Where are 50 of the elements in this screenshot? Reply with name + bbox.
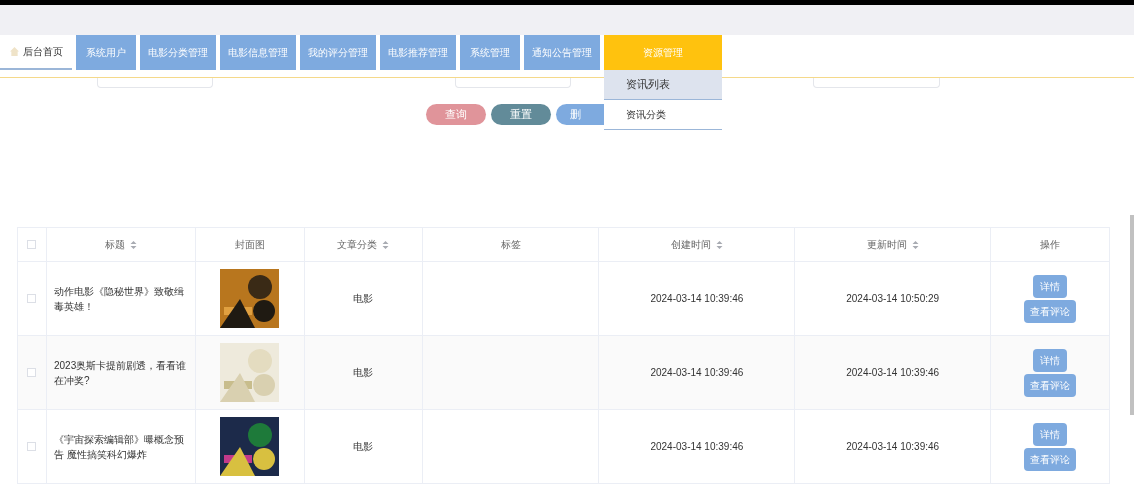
reset-button[interactable]: 重置 xyxy=(491,104,551,125)
comments-button[interactable]: 查看评论 xyxy=(1024,447,1077,471)
comments-button[interactable]: 查看评论 xyxy=(1024,299,1077,323)
nav-tab[interactable]: 资源管理 xyxy=(604,35,722,70)
nav-tab[interactable]: 系统用户 xyxy=(76,35,136,70)
checkbox[interactable] xyxy=(27,240,37,249)
sort-icon[interactable] xyxy=(129,239,137,250)
nav-tab[interactable]: 通知公告管理 xyxy=(524,35,600,70)
scrollbar[interactable] xyxy=(1130,215,1134,415)
table-cell-text: 动作电影《隐秘世界》致敬缉毒英雄！ xyxy=(53,284,185,314)
column-header: 封面图 xyxy=(234,238,265,252)
nav-tab[interactable]: 电影信息管理 xyxy=(220,35,296,70)
column-header: 操作 xyxy=(1040,238,1061,252)
nav-tab[interactable]: 我的评分管理 xyxy=(300,35,376,70)
comments-button[interactable]: 查看评论 xyxy=(1024,373,1077,397)
column-header: 更新时间 xyxy=(866,238,907,252)
nav-tab[interactable]: 电影推荐管理 xyxy=(380,35,456,70)
sort-icon[interactable] xyxy=(382,239,390,250)
nav-tab[interactable]: 电影分类管理 xyxy=(140,35,216,70)
table-cell-text: 电影 xyxy=(353,440,374,454)
table-cell-text: 2024-03-14 10:50:29 xyxy=(846,292,940,306)
input-field[interactable] xyxy=(813,78,940,88)
home-tab[interactable]: 后台首页 xyxy=(0,35,72,70)
table-cell-text: 电影 xyxy=(353,292,374,306)
home-icon xyxy=(9,47,19,56)
menu-item[interactable]: 资讯列表 xyxy=(604,70,722,100)
checkbox[interactable] xyxy=(27,368,37,377)
detail-button[interactable]: 详情 xyxy=(1033,274,1068,298)
table-cell-text: 2024-03-14 10:39:46 xyxy=(846,440,940,454)
column-header: 文章分类 xyxy=(337,238,378,252)
nav-tab[interactable]: 系统管理 xyxy=(460,35,520,70)
table-cell-text: 2023奥斯卡提前剧透，看看谁在冲奖? xyxy=(53,358,188,388)
checkbox[interactable] xyxy=(27,442,37,451)
input-field[interactable] xyxy=(97,78,213,88)
detail-button[interactable]: 详情 xyxy=(1033,348,1068,372)
checkbox[interactable] xyxy=(27,294,37,303)
column-header: 标签 xyxy=(500,238,521,252)
table-cell-text: 2024-03-14 10:39:46 xyxy=(650,366,744,380)
column-header: 标题 xyxy=(104,238,125,252)
sort-icon[interactable] xyxy=(911,239,919,250)
sort-icon[interactable] xyxy=(715,239,723,250)
table-cell-text: 《宇宙探索编辑部》曝概念预告 魔性搞笑科幻爆炸 xyxy=(53,432,185,462)
detail-button[interactable]: 详情 xyxy=(1033,422,1068,446)
table-cell-text: 2024-03-14 10:39:46 xyxy=(650,440,744,454)
column-header: 创建时间 xyxy=(670,238,711,252)
table-cell-text: 2024-03-14 10:39:46 xyxy=(846,366,940,380)
search-button[interactable]: 查询 xyxy=(426,104,486,125)
table-cell-text: 电影 xyxy=(353,366,374,380)
input-field[interactable] xyxy=(455,78,571,88)
table-cell-text: 2024-03-14 10:39:46 xyxy=(650,292,744,306)
